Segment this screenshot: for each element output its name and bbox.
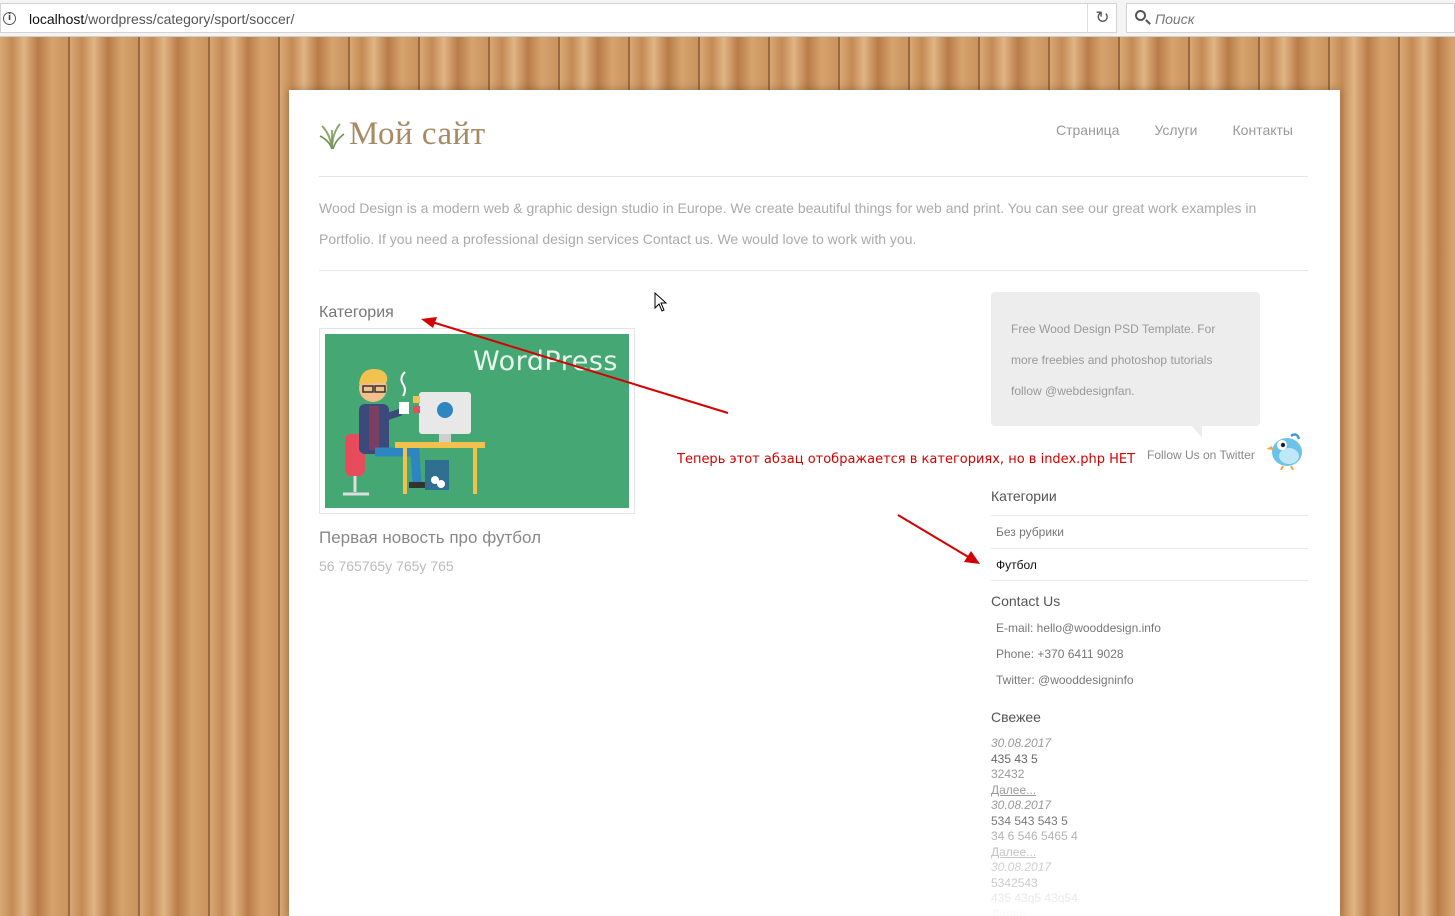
categories-list: Без рубрики Футбол [991, 515, 1308, 581]
info-icon[interactable]: i [3, 12, 16, 25]
follow-twitter-link[interactable]: Follow Us on Twitter [1147, 448, 1255, 462]
wordpress-illustration: WordPress [325, 334, 629, 508]
recent-posts: 30.08.2017 435 43 5 32432 Далее... 30.08… [991, 736, 1308, 916]
categories-title: Категории [991, 488, 1057, 504]
site-title: Мой сайт [349, 116, 486, 152]
recent-title: Свежее [991, 709, 1041, 725]
recent-post-title[interactable]: 5342543 [991, 876, 1308, 892]
twitter-bird-icon[interactable] [1267, 430, 1305, 470]
recent-post-text: 34 6 546 5465 4 [991, 829, 1078, 843]
search-input[interactable]: Поиск [1126, 3, 1455, 33]
address-bar[interactable]: i localhost/wordpress/category/sport/soc… [0, 3, 1117, 33]
leaf-icon [319, 122, 345, 149]
contact-title: Contact Us [991, 593, 1061, 609]
main-nav: Страница Услуги Контакты [1021, 122, 1293, 138]
annotation-note: Теперь этот абзац отображается в категор… [677, 452, 1136, 467]
recent-post-title[interactable]: 534 543 543 5 [991, 814, 1308, 830]
search-placeholder: Поиск [1155, 11, 1195, 27]
url-path: /wordpress/category/sport/soccer/ [84, 11, 295, 27]
contact-twitter: Twitter: @wooddesigninfo [996, 673, 1134, 687]
post-thumbnail[interactable]: WordPress [319, 328, 635, 514]
url-text[interactable]: localhost/wordpress/category/sport/socce… [29, 11, 294, 27]
url-host: localhost [29, 11, 85, 27]
bubble-tail [1192, 426, 1202, 438]
contact-email: E-mail: hello@wooddesign.info [996, 621, 1161, 635]
read-more-link[interactable]: Далее... [991, 845, 1308, 861]
intro-divider [319, 270, 1308, 271]
page-container: Мой сайт Страница Услуги Контакты Wood D… [289, 90, 1340, 916]
developer-illustration-icon [343, 368, 485, 496]
recent-post-title[interactable]: 435 43 5 [991, 752, 1308, 768]
header-divider [319, 176, 1308, 177]
cursor-icon [654, 292, 668, 312]
recent-post-text: 435 43q5 43q54 [991, 891, 1078, 905]
reload-icon[interactable]: ↻ [1087, 4, 1117, 32]
contact-phone: Phone: +370 6411 9028 [996, 647, 1124, 661]
category-heading: Категория [319, 304, 394, 321]
post-excerpt: 56 765765y 765y 765 [319, 558, 454, 574]
search-icon [1135, 10, 1146, 21]
site-logo[interactable]: Мой сайт [319, 116, 486, 153]
post-title[interactable]: Первая новость про футбол [319, 528, 541, 548]
intro-text: Wood Design is a modern web & graphic de… [319, 200, 1257, 247]
category-item[interactable]: Без рубрики [991, 515, 1308, 548]
twitter-bubble: Free Wood Design PSD Template. For more … [991, 292, 1260, 426]
nav-item-contacts[interactable]: Контакты [1233, 122, 1293, 138]
category-item-active[interactable]: Футбол [991, 548, 1308, 581]
recent-post-text: 32432 [991, 767, 1025, 781]
nav-item-services[interactable]: Услуги [1154, 122, 1197, 138]
nav-item-page[interactable]: Страница [1056, 122, 1119, 138]
recent-date: 30.08.2017 [991, 736, 1052, 750]
recent-date: 30.08.2017 [991, 860, 1052, 874]
browser-toolbar: i localhost/wordpress/category/sport/soc… [0, 0, 1455, 37]
read-more-link[interactable]: Далее... [991, 907, 1308, 916]
read-more-link[interactable]: Далее... [991, 783, 1308, 799]
recent-date: 30.08.2017 [991, 798, 1052, 812]
